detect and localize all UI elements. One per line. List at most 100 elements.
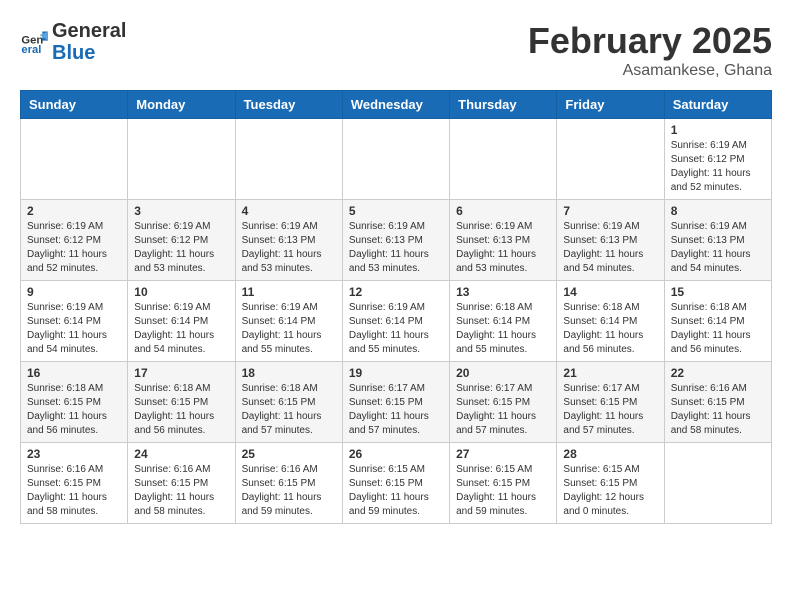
day-cell: 1 Sunrise: 6:19 AMSunset: 6:12 PMDaylight… (664, 119, 771, 200)
day-cell: 27 Sunrise: 6:15 AMSunset: 6:15 PMDayligh… (450, 443, 557, 524)
weekday-header-sunday: Sunday (21, 91, 128, 119)
day-info: Sunrise: 6:18 AMSunset: 6:14 PMDaylight:… (671, 301, 765, 357)
week-row-4: 16 Sunrise: 6:18 AMSunset: 6:15 PMDayligh… (21, 362, 772, 443)
day-cell: 17 Sunrise: 6:18 AMSunset: 6:15 PMDayligh… (128, 362, 235, 443)
day-info: Sunrise: 6:19 AMSunset: 6:13 PMDaylight:… (671, 220, 765, 276)
month-title: February 2025 (528, 20, 772, 62)
day-cell: 3Sunrise: 6:19 AMSunset: 6:12 PMDaylight… (128, 200, 235, 281)
day-info: Sunrise: 6:16 AMSunset: 6:15 PMDaylight:… (134, 463, 228, 519)
day-cell: 25 Sunrise: 6:16 AMSunset: 6:15 PMDayligh… (235, 443, 342, 524)
day-number: 2 (27, 204, 121, 218)
day-cell: 20 Sunrise: 6:17 AMSunset: 6:15 PMDayligh… (450, 362, 557, 443)
svg-text:eral: eral (21, 44, 41, 56)
day-cell: 13Sunrise: 6:18 AMSunset: 6:14 PMDayligh… (450, 281, 557, 362)
day-cell (450, 119, 557, 200)
logo-text: General (52, 20, 126, 42)
day-info: Sunrise: 6:19 AMSunset: 6:13 PMDaylight:… (456, 220, 550, 276)
day-number: 25 (242, 447, 336, 461)
day-number: 24 (134, 447, 228, 461)
day-number: 23 (27, 447, 121, 461)
day-number: 22 (671, 366, 765, 380)
day-info: Sunrise: 6:19 AMSunset: 6:13 PMDaylight:… (563, 220, 657, 276)
day-number: 17 (134, 366, 228, 380)
logo-icon: Gen eral (20, 28, 48, 56)
location-title: Asamankese, Ghana (528, 62, 772, 80)
logo: Gen eral General Blue (20, 20, 126, 64)
week-row-1: 1 Sunrise: 6:19 AMSunset: 6:12 PMDaylight… (21, 119, 772, 200)
week-row-2: 2 Sunrise: 6:19 AMSunset: 6:12 PMDaylight… (21, 200, 772, 281)
day-number: 15 (671, 285, 765, 299)
day-info: Sunrise: 6:19 AMSunset: 6:12 PMDaylight:… (671, 139, 765, 195)
day-number: 1 (671, 123, 765, 137)
day-number: 21 (563, 366, 657, 380)
day-info: Sunrise: 6:18 AMSunset: 6:15 PMDaylight:… (27, 382, 121, 438)
day-info: Sunrise: 6:16 AMSunset: 6:15 PMDaylight:… (27, 463, 121, 519)
title-block: February 2025 Asamankese, Ghana (528, 20, 772, 80)
day-info: Sunrise: 6:18 AMSunset: 6:15 PMDaylight:… (134, 382, 228, 438)
day-cell: 18Sunrise: 6:18 AMSunset: 6:15 PMDayligh… (235, 362, 342, 443)
day-cell: 22 Sunrise: 6:16 AMSunset: 6:15 PMDayligh… (664, 362, 771, 443)
weekday-header-wednesday: Wednesday (342, 91, 449, 119)
day-number: 6 (456, 204, 550, 218)
day-info: Sunrise: 6:19 AMSunset: 6:14 PMDaylight:… (134, 301, 228, 357)
day-cell: 11 Sunrise: 6:19 AMSunset: 6:14 PMDayligh… (235, 281, 342, 362)
day-number: 8 (671, 204, 765, 218)
day-cell: 28Sunrise: 6:15 AMSunset: 6:15 PMDayligh… (557, 443, 664, 524)
day-cell: 10 Sunrise: 6:19 AMSunset: 6:14 PMDayligh… (128, 281, 235, 362)
day-info: Sunrise: 6:19 AMSunset: 6:13 PMDaylight:… (349, 220, 443, 276)
day-cell: 14 Sunrise: 6:18 AMSunset: 6:14 PMDayligh… (557, 281, 664, 362)
day-info: Sunrise: 6:17 AMSunset: 6:15 PMDaylight:… (456, 382, 550, 438)
day-number: 3 (134, 204, 228, 218)
day-info: Sunrise: 6:15 AMSunset: 6:15 PMDaylight:… (456, 463, 550, 519)
day-info: Sunrise: 6:18 AMSunset: 6:14 PMDaylight:… (563, 301, 657, 357)
day-cell: 16 Sunrise: 6:18 AMSunset: 6:15 PMDayligh… (21, 362, 128, 443)
day-number: 10 (134, 285, 228, 299)
day-cell (128, 119, 235, 200)
day-cell: 8 Sunrise: 6:19 AMSunset: 6:13 PMDaylight… (664, 200, 771, 281)
weekday-header-row: SundayMondayTuesdayWednesdayThursdayFrid… (21, 91, 772, 119)
calendar: SundayMondayTuesdayWednesdayThursdayFrid… (20, 90, 772, 524)
day-info: Sunrise: 6:17 AMSunset: 6:15 PMDaylight:… (563, 382, 657, 438)
day-cell: 15 Sunrise: 6:18 AMSunset: 6:14 PMDayligh… (664, 281, 771, 362)
day-number: 27 (456, 447, 550, 461)
day-cell: 5Sunrise: 6:19 AMSunset: 6:13 PMDaylight… (342, 200, 449, 281)
day-cell (557, 119, 664, 200)
day-info: Sunrise: 6:19 AMSunset: 6:12 PMDaylight:… (27, 220, 121, 276)
day-number: 20 (456, 366, 550, 380)
day-cell: 2 Sunrise: 6:19 AMSunset: 6:12 PMDaylight… (21, 200, 128, 281)
day-cell: 23 Sunrise: 6:16 AMSunset: 6:15 PMDayligh… (21, 443, 128, 524)
day-info: Sunrise: 6:17 AMSunset: 6:15 PMDaylight:… (349, 382, 443, 438)
day-cell: 6 Sunrise: 6:19 AMSunset: 6:13 PMDaylight… (450, 200, 557, 281)
weekday-header-saturday: Saturday (664, 91, 771, 119)
day-cell (342, 119, 449, 200)
day-number: 4 (242, 204, 336, 218)
week-row-3: 9 Sunrise: 6:19 AMSunset: 6:14 PMDaylight… (21, 281, 772, 362)
day-number: 13 (456, 285, 550, 299)
day-number: 19 (349, 366, 443, 380)
day-number: 12 (349, 285, 443, 299)
day-info: Sunrise: 6:19 AMSunset: 6:14 PMDaylight:… (349, 301, 443, 357)
day-number: 14 (563, 285, 657, 299)
day-cell (235, 119, 342, 200)
week-row-5: 23 Sunrise: 6:16 AMSunset: 6:15 PMDayligh… (21, 443, 772, 524)
day-info: Sunrise: 6:18 AMSunset: 6:15 PMDaylight:… (242, 382, 336, 438)
day-info: Sunrise: 6:16 AMSunset: 6:15 PMDaylight:… (242, 463, 336, 519)
day-cell: 24 Sunrise: 6:16 AMSunset: 6:15 PMDayligh… (128, 443, 235, 524)
day-number: 7 (563, 204, 657, 218)
day-number: 11 (242, 285, 336, 299)
weekday-header-monday: Monday (128, 91, 235, 119)
day-info: Sunrise: 6:15 AMSunset: 6:15 PMDaylight:… (349, 463, 443, 519)
weekday-header-tuesday: Tuesday (235, 91, 342, 119)
day-cell: 4Sunrise: 6:19 AMSunset: 6:13 PMDaylight… (235, 200, 342, 281)
day-info: Sunrise: 6:19 AMSunset: 6:14 PMDaylight:… (242, 301, 336, 357)
day-number: 28 (563, 447, 657, 461)
day-cell: 19 Sunrise: 6:17 AMSunset: 6:15 PMDayligh… (342, 362, 449, 443)
day-number: 16 (27, 366, 121, 380)
day-cell: 21 Sunrise: 6:17 AMSunset: 6:15 PMDayligh… (557, 362, 664, 443)
day-cell: 7 Sunrise: 6:19 AMSunset: 6:13 PMDaylight… (557, 200, 664, 281)
logo-blue: Blue (52, 42, 126, 64)
day-cell: 12 Sunrise: 6:19 AMSunset: 6:14 PMDayligh… (342, 281, 449, 362)
day-info: Sunrise: 6:16 AMSunset: 6:15 PMDaylight:… (671, 382, 765, 438)
day-number: 9 (27, 285, 121, 299)
day-cell: 9Sunrise: 6:19 AMSunset: 6:14 PMDaylight… (21, 281, 128, 362)
